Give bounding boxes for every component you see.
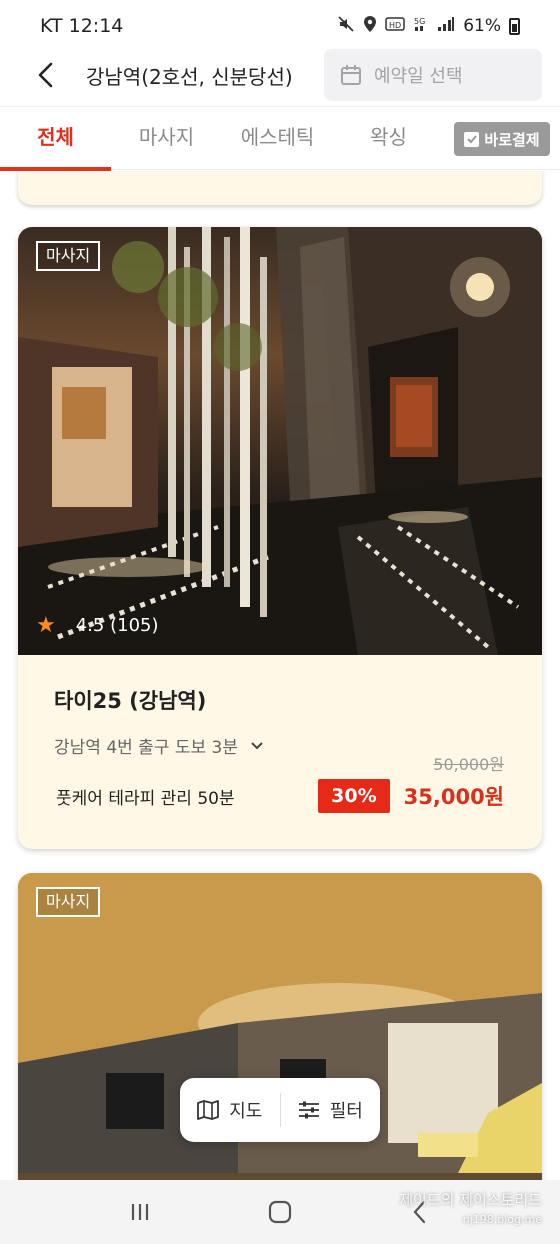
tab-waxing[interactable]: 왁싱	[333, 106, 444, 170]
shop-name: 타이25 (강남역)	[54, 689, 207, 713]
5g-icon: 5G	[413, 15, 429, 37]
map-icon	[197, 1100, 220, 1120]
filter-button[interactable]: 필터	[281, 1078, 381, 1142]
category-badge: 마사지	[36, 241, 101, 271]
chevron-down-icon	[251, 741, 263, 749]
location-text: 강남역 4번 출구 도보 3분	[54, 738, 239, 758]
back-button[interactable]	[22, 51, 70, 99]
review-count: (105)	[110, 615, 159, 636]
hd-icon: HD	[385, 16, 405, 36]
reservation-date-picker[interactable]: 예약일 선택	[324, 49, 542, 101]
date-picker-label: 예약일 선택	[374, 66, 463, 87]
filter-sliders-icon	[298, 1101, 319, 1119]
battery-icon	[509, 17, 520, 35]
star-icon: ★	[36, 613, 56, 638]
service-name: 풋케어 테라피 관리 50분	[56, 788, 235, 809]
map-button[interactable]: 지도	[180, 1078, 280, 1142]
shop-photo: 마사지 ★ 4.5 (105)	[18, 227, 542, 655]
tab-all[interactable]: 전체	[0, 106, 111, 171]
battery-percent: 61%	[463, 16, 501, 36]
previous-card[interactable]	[18, 171, 542, 205]
instant-pay-label: 바로결제	[484, 130, 540, 149]
shop-card[interactable]: 마사지 ★ 4.5 (105) 타이25 (강남역) 강남역 4번 출구 도보 …	[18, 227, 542, 849]
home-button[interactable]	[250, 1186, 310, 1238]
watermark: 제이드의 제이스토리드 nj198.blog.me	[399, 1190, 542, 1230]
watermark-url: nj198.blog.me	[462, 1213, 542, 1226]
chevron-left-icon	[38, 62, 53, 88]
map-label: 지도	[229, 1101, 263, 1122]
calendar-icon	[341, 65, 361, 85]
tab-massage[interactable]: 마사지	[111, 106, 222, 170]
rating-score: 4.5	[75, 615, 105, 636]
station-title[interactable]: 강남역(2호선, 신분당선)	[86, 61, 324, 90]
map-filter-pill: 지도 필터	[180, 1078, 380, 1142]
filter-label: 필터	[329, 1101, 363, 1122]
tab-esthetic[interactable]: 에스테틱	[222, 106, 333, 170]
svg-text:HD: HD	[389, 21, 401, 30]
app-header: 강남역(2호선, 신분당선) 예약일 선택	[0, 44, 560, 106]
location-icon	[363, 15, 377, 37]
home-icon	[268, 1200, 292, 1224]
shop-info: 타이25 (강남역) 강남역 4번 출구 도보 3분 50,000원	[18, 655, 542, 849]
recent-apps-button[interactable]	[110, 1186, 170, 1238]
recent-apps-icon	[131, 1204, 149, 1220]
shop-list: 마사지 ★ 4.5 (105) 타이25 (강남역) 강남역 4번 출구 도보 …	[0, 171, 560, 1180]
status-time: KT 12:14	[40, 15, 124, 37]
interior-illustration	[18, 227, 542, 655]
status-icons: HD 5G 61%	[337, 15, 520, 37]
svg-text:5G: 5G	[414, 17, 425, 26]
checkbox-icon	[464, 131, 480, 147]
watermark-title: 제이드의 제이스토리드	[399, 1191, 542, 1209]
original-price: 50,000원	[433, 755, 504, 774]
rating: ★ 4.5 (105)	[36, 613, 159, 638]
discount-badge: 30%	[318, 779, 390, 813]
mute-icon	[337, 15, 355, 37]
instant-pay-filter[interactable]: 바로결제	[454, 122, 550, 156]
service-row[interactable]: 풋케어 테라피 관리 50분 30% 35,000원	[56, 777, 504, 815]
sale-price: 35,000원	[403, 785, 504, 809]
category-tabs: 전체 마사지 에스테틱 왁싱 바로결제	[0, 106, 560, 171]
signal-icon	[437, 16, 455, 36]
category-badge: 마사지	[36, 887, 101, 917]
